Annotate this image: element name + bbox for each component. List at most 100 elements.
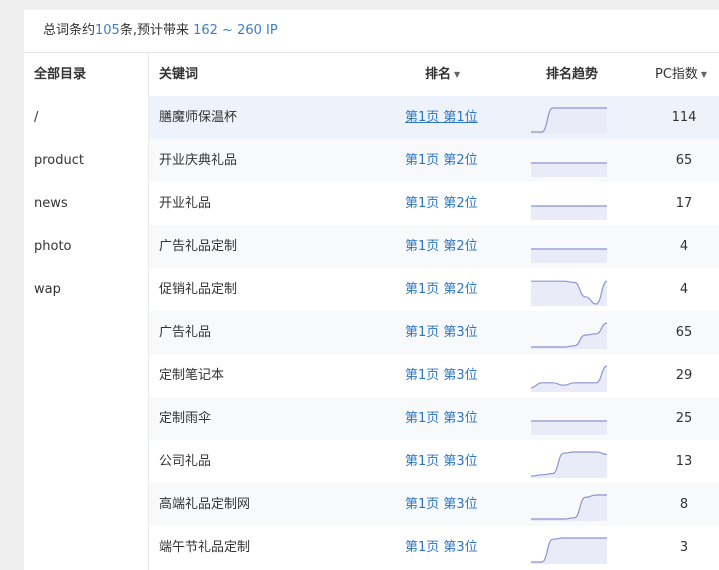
rank-link[interactable]: 第1页 第2位	[405, 196, 478, 211]
sparkline-svg	[531, 537, 607, 564]
sparkline-area	[531, 249, 607, 263]
rank-cell: 第1页 第3位	[405, 440, 478, 483]
table-row: 定制雨伞 第1页 第3位 25	[149, 397, 719, 440]
pc-index-cell: 29	[675, 368, 693, 383]
keyword-cell: 促销礼品定制	[159, 282, 238, 297]
pc-index-cell: 4	[679, 282, 689, 297]
table-row: 公司礼品 第1页 第3位 13	[149, 440, 719, 483]
table-body: 膳魔师保温杯 第1页 第1位 114 开业庆典礼品 第1页 第2位 65 开业礼品 第1页 第…	[149, 96, 719, 569]
pc-index-cell: 25	[675, 411, 693, 426]
sidebar-item-news[interactable]: news	[24, 182, 148, 225]
trend-sparkline	[530, 268, 608, 311]
rank-cell: 第1页 第2位	[405, 182, 478, 225]
summary-prefix: 总词条约	[43, 23, 96, 38]
keyword-cell: 高端礼品定制网	[159, 497, 251, 512]
sparkline-svg	[530, 365, 608, 392]
rank-cell: 第1页 第3位	[405, 397, 478, 440]
table-row: 广告礼品定制 第1页 第2位 4	[149, 225, 719, 268]
sparkline-svg	[531, 494, 607, 521]
trend-sparkline	[530, 225, 608, 268]
sparkline-svg	[531, 322, 608, 349]
table-row: 高端礼品定制网 第1页 第3位 8	[149, 483, 719, 526]
pc-index-cell: 17	[675, 196, 693, 211]
sidebar-item-product[interactable]: product	[24, 139, 148, 182]
sparkline-svg	[531, 248, 607, 263]
pc-index-cell: 4	[679, 239, 689, 254]
sort-down-icon: ▼	[454, 70, 461, 79]
ip-range: 162 ~ 260 IP	[193, 23, 278, 38]
sidebar-item-all[interactable]: 全部目录	[24, 53, 148, 96]
sparkline-area	[531, 108, 607, 134]
trend-sparkline	[530, 440, 608, 483]
rank-link[interactable]: 第1页 第2位	[405, 153, 478, 168]
sparkline-svg	[531, 420, 607, 435]
sparkline-svg	[531, 162, 607, 177]
table-row: 端午节礼品定制 第1页 第3位 3	[149, 526, 719, 569]
sort-down-icon: ▼	[700, 70, 708, 79]
keyword-cell: 广告礼品定制	[159, 239, 238, 254]
sidebar-item-root[interactable]: /	[24, 96, 148, 139]
rank-link[interactable]: 第1页 第3位	[405, 325, 478, 340]
keyword-cell: 定制笔记本	[159, 368, 225, 383]
sidebar-item-wap[interactable]: wap	[24, 268, 148, 311]
trend-sparkline	[530, 182, 608, 225]
keyword-cell: 公司礼品	[159, 454, 212, 469]
pc-index-cell: 65	[675, 153, 693, 168]
rank-cell: 第1页 第2位	[405, 225, 478, 268]
header-keyword: 关键词	[159, 67, 199, 82]
summary-mid: 条,预计带来	[119, 23, 194, 38]
rank-link[interactable]: 第1页 第2位	[405, 239, 478, 254]
sparkline-area	[531, 163, 607, 177]
sparkline-area	[531, 495, 607, 521]
sparkline-area	[531, 538, 607, 564]
summary-bar: 总词条约105条,预计带来 162 ~ 260 IP	[24, 10, 719, 53]
rank-link[interactable]: 第1页 第1位	[405, 110, 478, 125]
header-rank-label: 排名	[425, 67, 452, 82]
table-row: 促销礼品定制 第1页 第2位 4	[149, 268, 719, 311]
table-row: 广告礼品 第1页 第3位 65	[149, 311, 719, 354]
pc-index-cell: 3	[679, 540, 689, 555]
sidebar-item-photo[interactable]: photo	[24, 225, 148, 268]
rank-cell: 第1页 第3位	[405, 311, 478, 354]
directory-sidebar: 全部目录 / product news photo wap	[24, 53, 149, 570]
table-row: 开业庆典礼品 第1页 第2位 65	[149, 139, 719, 182]
keyword-ranking-panel: 总词条约105条,预计带来 162 ~ 260 IP 全部目录 / produc…	[24, 10, 719, 570]
table-row: 定制笔记本 第1页 第3位 29	[149, 354, 719, 397]
rank-cell: 第1页 第2位	[405, 139, 478, 182]
keyword-count: 105	[95, 23, 120, 38]
sparkline-area	[531, 281, 607, 306]
sparkline-svg	[530, 451, 608, 478]
trend-sparkline	[530, 139, 608, 182]
trend-sparkline	[530, 311, 608, 354]
trend-sparkline	[530, 354, 608, 397]
rank-cell: 第1页 第3位	[405, 354, 478, 397]
rank-link[interactable]: 第1页 第3位	[405, 540, 478, 555]
trend-sparkline	[530, 397, 608, 440]
header-rank-sort[interactable]: 排名 ▼	[425, 53, 460, 96]
keyword-cell: 定制雨伞	[159, 411, 212, 426]
pc-index-cell: 8	[679, 497, 689, 512]
header-pc-label: PC指数	[655, 67, 698, 82]
sparkline-area	[531, 421, 607, 435]
keyword-cell: 广告礼品	[159, 325, 212, 340]
keyword-table: 关键词 排名 ▼ 排名趋势 PC指数 ▼ 膳魔师保温杯 第1页 第1位 114 开业庆典礼…	[149, 53, 719, 570]
rank-link[interactable]: 第1页 第3位	[405, 454, 478, 469]
trend-sparkline	[530, 96, 608, 139]
rank-cell: 第1页 第3位	[405, 526, 478, 569]
keyword-cell: 开业庆典礼品	[159, 153, 238, 168]
trend-sparkline	[530, 526, 608, 569]
pc-index-cell: 13	[675, 454, 693, 469]
rank-link[interactable]: 第1页 第3位	[405, 368, 478, 383]
keyword-cell: 端午节礼品定制	[159, 540, 251, 555]
rank-cell: 第1页 第2位	[405, 268, 478, 311]
sparkline-area	[531, 323, 607, 349]
header-pc-index-sort[interactable]: PC指数 ▼	[655, 53, 707, 96]
pc-index-cell: 65	[675, 325, 693, 340]
rank-link[interactable]: 第1页 第3位	[405, 497, 478, 512]
rank-link[interactable]: 第1页 第2位	[405, 282, 478, 297]
table-row: 开业礼品 第1页 第2位 17	[149, 182, 719, 225]
sparkline-svg	[531, 280, 608, 306]
header-trend: 排名趋势	[546, 67, 599, 82]
rank-link[interactable]: 第1页 第3位	[405, 411, 478, 426]
trend-sparkline	[530, 483, 608, 526]
